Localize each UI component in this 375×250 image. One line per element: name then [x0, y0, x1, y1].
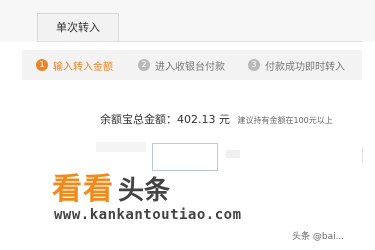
balance-tip: 建议持有金额在100元以上	[237, 116, 333, 125]
balance-amount: 402.13 元	[177, 113, 230, 126]
step-3-number: 3	[248, 59, 260, 71]
step-1-label: 输入转入金额	[53, 61, 113, 73]
step-1: 1 输入转入金额	[36, 50, 113, 80]
right-edge	[362, 147, 369, 163]
step-3-label: 付款成功即时转入	[265, 61, 345, 73]
tab-underline	[37, 41, 362, 42]
watermark-logo: 看看 头条	[52, 172, 171, 207]
step-2: 2 进入收银台付款	[138, 50, 225, 80]
tab-label: 单次转入	[56, 21, 100, 34]
step-2-label: 进入收银台付款	[155, 61, 225, 73]
amount-label-placeholder	[96, 142, 146, 152]
step-progress: 1 输入转入金额 2 进入收银台付款 3 付款成功即时转入	[22, 50, 362, 80]
step-1-number: 1	[36, 59, 48, 71]
tab-single-transfer[interactable]: 单次转入	[37, 13, 119, 41]
step-3: 3 付款成功即时转入	[248, 50, 345, 80]
watermark-main: 看看	[52, 172, 114, 207]
amount-input[interactable]	[152, 143, 218, 171]
watermark-url: www.kankantoutiao.com	[54, 207, 242, 223]
balance-label: 余额宝总金额：	[100, 113, 177, 126]
unit-placeholder	[226, 150, 240, 158]
balance-row: 余额宝总金额：402.13 元 建议持有金额在100元以上	[100, 111, 333, 127]
step-2-number: 2	[138, 59, 150, 71]
corner-watermark: 头条 @bai...	[292, 232, 345, 242]
watermark-sub: 头条	[118, 176, 171, 206]
